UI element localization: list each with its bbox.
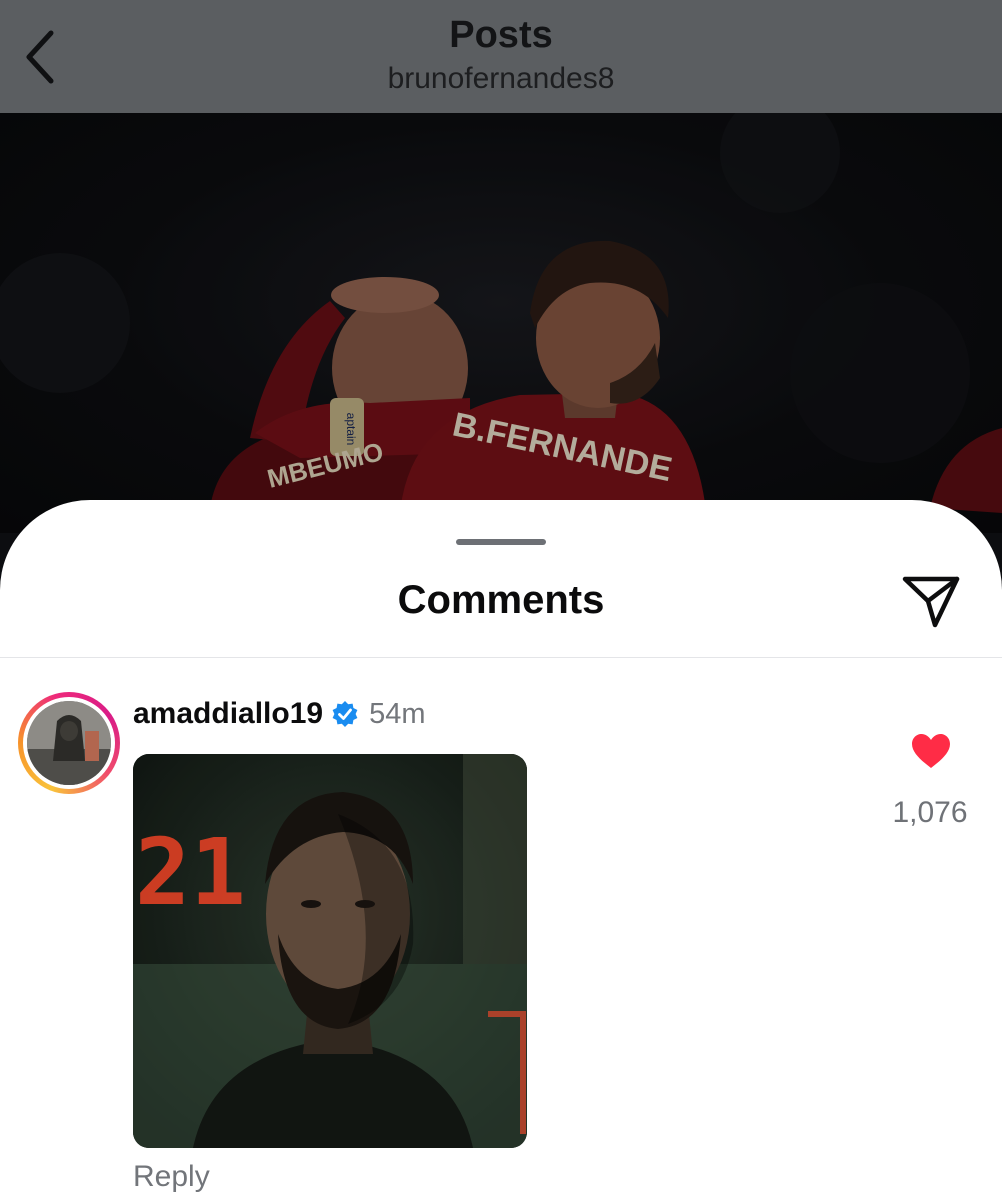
- post-photo[interactable]: aptain MBEUMO B.FERNANDE: [0, 113, 1002, 533]
- account-username[interactable]: brunofernandes8: [0, 62, 1002, 96]
- heart-filled-icon: [912, 734, 950, 768]
- avatar[interactable]: [18, 692, 120, 794]
- paper-plane-icon: [902, 576, 960, 628]
- page-title: Posts: [449, 14, 553, 56]
- sheet-grabber-handle[interactable]: [456, 539, 546, 545]
- comment-gif-image[interactable]: 21: [133, 754, 527, 1148]
- comments-sheet: Comments amaddiallo19 54m 21 Reply 1,076: [0, 500, 1002, 1200]
- comment-username[interactable]: amaddiallo19: [133, 697, 323, 731]
- verified-badge-icon: [331, 700, 359, 728]
- share-button[interactable]: [898, 570, 964, 632]
- like-count: 1,076: [892, 796, 968, 829]
- comments-title: Comments: [397, 578, 605, 622]
- comment-header: amaddiallo19 54m: [133, 694, 426, 734]
- like-button[interactable]: [906, 728, 956, 774]
- reply-button[interactable]: Reply: [133, 1160, 210, 1194]
- comment-timestamp: 54m: [369, 697, 426, 730]
- header-divider: [0, 657, 1002, 658]
- top-nav-bar: Posts brunofernandes8: [0, 0, 1002, 113]
